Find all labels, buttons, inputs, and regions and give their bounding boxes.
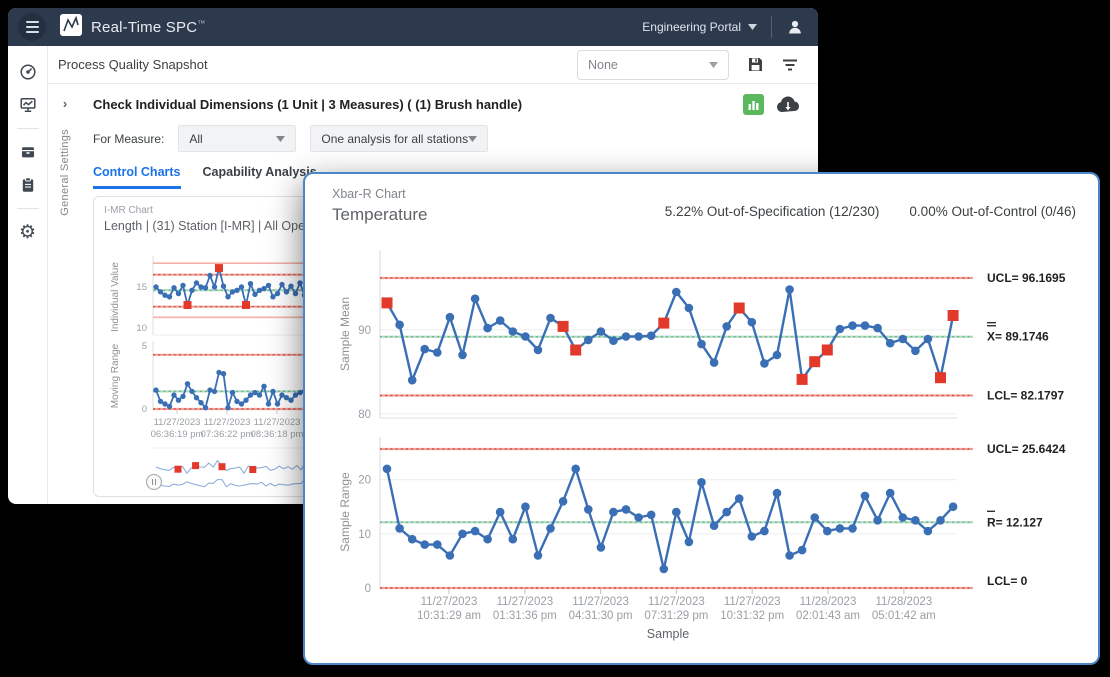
preset-select[interactable]: None bbox=[577, 50, 729, 80]
stat-out-of-spec: 5.22% Out-of-Specification (12/230) bbox=[665, 204, 880, 219]
sidebar-item-dashboard[interactable] bbox=[14, 58, 42, 86]
tab-control-charts[interactable]: Control Charts bbox=[93, 165, 181, 189]
download-cloud-icon bbox=[776, 96, 800, 113]
measure-select[interactable]: All bbox=[178, 125, 296, 152]
svg-text:UCL= 96.1695: UCL= 96.1695 bbox=[987, 271, 1066, 285]
monitor-chart-icon bbox=[19, 96, 37, 114]
svg-text:11/27/2023: 11/27/2023 bbox=[724, 596, 781, 608]
user-icon[interactable] bbox=[786, 18, 804, 36]
svg-text:11/27/2023: 11/27/2023 bbox=[154, 417, 201, 428]
svg-text:Individual Value: Individual Value bbox=[110, 262, 121, 332]
svg-text:80: 80 bbox=[358, 409, 371, 421]
svg-text:11/27/2023: 11/27/2023 bbox=[648, 596, 705, 608]
analysis-select[interactable]: One analysis for all stations bbox=[310, 125, 488, 152]
svg-text:11/27/2023: 11/27/2023 bbox=[496, 596, 553, 608]
toolbar: Process Quality Snapshot None bbox=[48, 46, 818, 84]
svg-text:Sample: Sample bbox=[647, 627, 689, 641]
svg-text:0: 0 bbox=[142, 404, 147, 415]
stat-out-of-control: 0.00% Out-of-Control (0/46) bbox=[909, 204, 1076, 219]
page-title: Process Quality Snapshot bbox=[58, 57, 208, 72]
collapse-button[interactable]: › bbox=[63, 96, 67, 111]
svg-text:08:36:18 pm: 08:36:18 pm bbox=[251, 429, 304, 440]
svg-text:10:31:29 am: 10:31:29 am bbox=[417, 610, 481, 622]
svg-text:10: 10 bbox=[136, 323, 147, 334]
sidebar-item-tasks[interactable] bbox=[14, 171, 42, 199]
svg-text:04:31:30 pm: 04:31:30 pm bbox=[569, 610, 633, 622]
panel-title: Check Individual Dimensions (1 Unit | 3 … bbox=[93, 94, 522, 112]
export-chart-button[interactable] bbox=[743, 94, 764, 115]
caret-down-icon bbox=[468, 136, 477, 142]
svg-text:LCL= 82.1797: LCL= 82.1797 bbox=[987, 388, 1064, 402]
svg-text:05:01:42 am: 05:01:42 am bbox=[872, 610, 936, 622]
filter-button[interactable] bbox=[782, 58, 798, 72]
svg-text:0: 0 bbox=[365, 583, 371, 595]
screen: Real-Time SPC™ Engineering Portal bbox=[0, 0, 1110, 677]
sidebar-item-archive[interactable] bbox=[14, 138, 42, 166]
preset-value: None bbox=[588, 58, 618, 72]
archive-icon bbox=[19, 143, 37, 161]
xbar-chart-label: Xbar-R Chart bbox=[332, 187, 427, 201]
sidebar-divider bbox=[17, 208, 39, 209]
app-title: Real-Time SPC™ bbox=[91, 19, 205, 36]
svg-text:11/27/2023: 11/27/2023 bbox=[204, 417, 251, 428]
download-button[interactable] bbox=[776, 96, 800, 113]
svg-text:11/28/2023: 11/28/2023 bbox=[875, 596, 932, 608]
sidebar-item-monitoring[interactable] bbox=[14, 91, 42, 119]
caret-down-icon bbox=[748, 24, 757, 30]
xbar-chart-title: Temperature bbox=[332, 205, 427, 225]
export-chart-icon bbox=[747, 98, 760, 111]
sidebar-divider bbox=[17, 128, 39, 129]
filter-icon bbox=[782, 58, 798, 72]
svg-text:Sample Range: Sample Range bbox=[338, 472, 352, 552]
save-icon bbox=[747, 56, 764, 73]
portal-menu[interactable]: Engineering Portal bbox=[642, 20, 757, 34]
svg-text:07:31:29 pm: 07:31:29 pm bbox=[644, 610, 708, 622]
svg-text:10:31:32 pm: 10:31:32 pm bbox=[720, 610, 784, 622]
svg-text:5: 5 bbox=[142, 341, 147, 352]
svg-text:R= 12.127: R= 12.127 bbox=[987, 515, 1043, 529]
caret-down-icon bbox=[709, 62, 718, 68]
svg-text:20: 20 bbox=[358, 475, 371, 487]
svg-text:11/27/2023: 11/27/2023 bbox=[254, 417, 301, 428]
general-settings-label: General Settings bbox=[59, 129, 71, 216]
sidebar: ⚙ bbox=[8, 46, 48, 504]
clipboard-icon bbox=[19, 176, 37, 194]
svg-text:07:36:22 pm: 07:36:22 pm bbox=[201, 429, 254, 440]
svg-text:UCL= 25.6424: UCL= 25.6424 bbox=[987, 442, 1066, 456]
svg-text:Sample Mean: Sample Mean bbox=[338, 297, 352, 371]
svg-text:01:31:36 pm: 01:31:36 pm bbox=[493, 610, 557, 622]
svg-text:11/27/2023: 11/27/2023 bbox=[572, 596, 629, 608]
svg-text:90: 90 bbox=[358, 325, 371, 337]
save-button[interactable] bbox=[747, 56, 764, 73]
gear-icon: ⚙ bbox=[19, 223, 36, 242]
svg-text:Moving Range: Moving Range bbox=[110, 343, 121, 408]
tab-capability-analysis[interactable]: Capability Analysis bbox=[203, 165, 317, 189]
svg-text:11/28/2023: 11/28/2023 bbox=[800, 596, 857, 608]
navigator-handle[interactable] bbox=[147, 475, 162, 490]
header-divider bbox=[771, 16, 772, 38]
gauge-icon bbox=[19, 63, 37, 81]
svg-text:11/27/2023: 11/27/2023 bbox=[421, 596, 478, 608]
hamburger-menu-icon[interactable] bbox=[18, 13, 46, 41]
svg-text:X= 89.1746: X= 89.1746 bbox=[987, 330, 1049, 344]
sidebar-item-settings[interactable]: ⚙ bbox=[14, 218, 42, 246]
svg-text:10: 10 bbox=[358, 529, 371, 541]
xbar-window: 80 90 UCL= 96.1695 X= 89.1746 LCL= 82.1797 Sa… bbox=[303, 172, 1100, 665]
app-logo bbox=[60, 14, 82, 41]
general-settings-rail: › General Settings bbox=[48, 84, 82, 504]
svg-text:06:36:19 pm: 06:36:19 pm bbox=[151, 429, 204, 440]
for-measure-label: For Measure: bbox=[93, 132, 164, 146]
xbar-chart-svg[interactable]: 80 90 UCL= 96.1695 X= 89.1746 LCL= 82.1797 Sa… bbox=[305, 174, 1098, 663]
caret-down-icon bbox=[276, 136, 285, 142]
svg-text:15: 15 bbox=[136, 282, 147, 293]
svg-text:02:01:43 am: 02:01:43 am bbox=[796, 610, 860, 622]
svg-text:LCL= 0: LCL= 0 bbox=[987, 574, 1028, 588]
app-header: Real-Time SPC™ Engineering Portal bbox=[8, 8, 818, 46]
xbar-stats: 5.22% Out-of-Specification (12/230) 0.00… bbox=[665, 204, 1076, 219]
